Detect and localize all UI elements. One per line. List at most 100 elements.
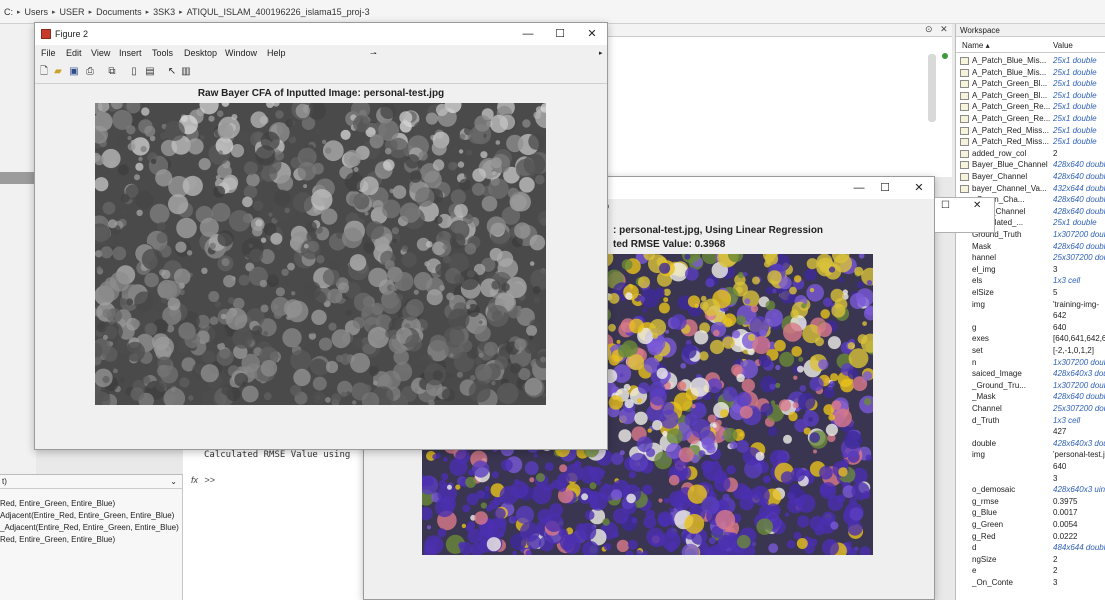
expand-icon[interactable]: ▸ [599, 45, 603, 62]
variable-value: 3 [1053, 473, 1058, 483]
workspace-row[interactable]: 3 [956, 473, 1105, 485]
workspace-row[interactable]: exes [640,641,642,64 [956, 333, 1105, 345]
workspace-row[interactable]: _Ground_Tru... 1x307200 double [956, 380, 1105, 392]
details-header[interactable]: t) ⌄ [0, 475, 183, 489]
open-folder-icon[interactable]: ▰ [53, 66, 63, 77]
workspace-row[interactable]: n 1x307200 double [956, 357, 1105, 369]
workspace-row[interactable]: A_Patch_Green_Bl... 25x1 double [956, 78, 1105, 90]
workspace-row[interactable]: A_Patch_Blue_Mis... 25x1 double [956, 55, 1105, 67]
breadcrumb-segment[interactable]: ATIQUL_ISLAM_400196226_islama15_proj-3 [187, 7, 370, 17]
editor-body[interactable] [606, 37, 952, 177]
menu-file[interactable]: File [41, 45, 56, 62]
workspace-row[interactable]: 427 [956, 426, 1105, 438]
workspace-row[interactable]: hannel 25x307200 double [956, 252, 1105, 264]
variable-value: 25x307200 dou [1053, 404, 1105, 413]
workspace-row[interactable]: bayer_Channel_Va... 432x644 double [956, 183, 1105, 195]
workspace-row[interactable]: Bayer_Channel 428x640 double [956, 171, 1105, 183]
workspace-row[interactable]: d_Truth 1x3 cell [956, 415, 1105, 427]
variable-name: img [972, 450, 985, 460]
workspace-row[interactable]: saiced_Image 428x640x3 dou [956, 368, 1105, 380]
maximize-icon[interactable]: ☐ [870, 177, 900, 199]
workspace-row[interactable]: g_rmse 0.3975 [956, 496, 1105, 508]
variable-value: 2 [1053, 148, 1058, 158]
workspace-row[interactable]: Mask 428x640 double [956, 241, 1105, 253]
column-name-header[interactable]: Name ▴ [962, 39, 990, 53]
column-value-header[interactable]: Value [1053, 39, 1073, 53]
close-icon[interactable]: ✕ [973, 200, 981, 211]
workspace-row[interactable]: e2 [956, 565, 1105, 577]
figure-2-titlebar[interactable]: Figure 2 — ☐ ✕ [35, 23, 607, 45]
workspace-row[interactable]: _Mask 428x640 double [956, 391, 1105, 403]
figure-2-window[interactable]: Figure 2 — ☐ ✕ File Edit View Insert Too… [34, 22, 608, 450]
workspace-row[interactable]: set [-2,-1,0,1,2] [956, 345, 1105, 357]
variable-name: d_Truth [972, 415, 1000, 425]
close-icon[interactable]: ✕ [904, 177, 934, 199]
menu-insert[interactable]: Insert [119, 45, 142, 62]
maximize-icon[interactable]: ☐ [545, 23, 575, 45]
breadcrumb-segment[interactable]: 3SK3 [153, 7, 175, 17]
pointer-icon[interactable]: ↖ [167, 66, 177, 77]
breadcrumb-segment[interactable]: C: [4, 7, 13, 17]
menu-desktop[interactable]: Desktop [184, 45, 217, 62]
workspace-row[interactable]: A_Patch_Red_Miss... 25x1 double [956, 125, 1105, 137]
workspace-row[interactable]: d 484x644 double [956, 542, 1105, 554]
workspace-row[interactable]: ngSize 2 [956, 554, 1105, 566]
figure-3-side-window[interactable]: ☐ ✕ [935, 197, 995, 233]
variable-name: saiced_Image [972, 369, 1022, 379]
pane-scrollbar[interactable] [0, 172, 36, 184]
workspace-row[interactable]: Bayer_Blue_Channel 428x640 double [956, 159, 1105, 171]
editor-scrollbar[interactable] [928, 54, 936, 122]
close-icon[interactable]: ✕ [577, 23, 607, 45]
workspace-row[interactable]: g_Green 0.0054 [956, 519, 1105, 531]
matrix-icon [960, 138, 969, 147]
chevron-down-icon[interactable]: ⌄ [170, 475, 177, 489]
dropdown-circle-icon[interactable]: ⊙ [925, 24, 933, 34]
breadcrumb-segment[interactable]: USER [60, 7, 85, 17]
menu-window[interactable]: Window [225, 45, 257, 62]
workspace-row[interactable]: 642 [956, 310, 1105, 322]
workspace-row[interactable]: elSize 5 [956, 287, 1105, 299]
workspace-row[interactable]: 640 [956, 461, 1105, 473]
close-icon[interactable]: ✕ [940, 24, 948, 34]
workspace-row[interactable]: g_Red 0.0222 [956, 531, 1105, 543]
variable-value: 2 [1053, 554, 1058, 564]
workspace-row[interactable]: o_demosaic 428x640x3 uint [956, 484, 1105, 496]
workspace-row[interactable]: g 640 [956, 322, 1105, 334]
workspace-row[interactable]: A_Patch_Green_Re... 25x1 double [956, 101, 1105, 113]
command-output: Calculated RMSE Value using [204, 450, 351, 460]
workspace-row[interactable]: g_Blue 0.0017 [956, 507, 1105, 519]
address-bar[interactable]: C: ▸ Users ▸ USER ▸ Documents ▸ 3SK3 ▸ ATIQUL_ISLA… [0, 0, 1105, 24]
workspace-row[interactable]: double 428x640x3 dou [956, 438, 1105, 450]
legend-icon[interactable]: ▤ [145, 66, 155, 77]
menu-help[interactable]: Help [267, 45, 286, 62]
property-editor-icon[interactable]: ▥ [181, 66, 191, 77]
workspace-row[interactable]: Channel 25x307200 dou [956, 403, 1105, 415]
save-icon[interactable]: ▣ [69, 66, 79, 77]
menu-view[interactable]: View [91, 45, 110, 62]
print-icon[interactable]: ⎙ [85, 66, 95, 77]
breadcrumb-segment[interactable]: Users [25, 7, 49, 17]
colorbar-icon[interactable]: ▯ [129, 66, 139, 77]
workspace-row[interactable]: A_Patch_Green_Bl... 25x1 double [956, 90, 1105, 102]
dock-arrow-icon[interactable]: ⇀ [370, 45, 377, 62]
workspace-row[interactable]: img 'personal-test.j [956, 449, 1105, 461]
workspace-row[interactable]: img 'training-img- [956, 299, 1105, 311]
variable-name: A_Patch_Green_Re... [972, 102, 1050, 112]
function-line: Adjacent(Entire_Red, Entire_Green, Entir… [0, 511, 175, 520]
menu-edit[interactable]: Edit [66, 45, 82, 62]
workspace-row[interactable]: A_Patch_Red_Miss... 25x1 double [956, 136, 1105, 148]
maximize-icon[interactable]: ☐ [941, 200, 950, 211]
new-figure-icon[interactable]: 🗋 [39, 66, 49, 77]
workspace-row[interactable]: A_Patch_Blue_Mis... 25x1 double [956, 67, 1105, 79]
command-prompt[interactable]: fx >> [191, 475, 215, 485]
workspace-row[interactable]: added_row_col 2 [956, 148, 1105, 160]
workspace-row[interactable]: A_Patch_Green_Re... 25x1 double [956, 113, 1105, 125]
minimize-icon[interactable]: — [513, 23, 543, 45]
workspace-row[interactable]: _On_Conte 3 [956, 577, 1105, 589]
link-plot-icon[interactable]: ⧉ [107, 66, 117, 77]
variable-value: 5 [1053, 288, 1058, 297]
breadcrumb-segment[interactable]: Documents [96, 7, 142, 17]
workspace-row[interactable]: el_img 3 [956, 264, 1105, 276]
menu-tools[interactable]: Tools [152, 45, 173, 62]
workspace-row[interactable]: els 1x3 cell [956, 275, 1105, 287]
